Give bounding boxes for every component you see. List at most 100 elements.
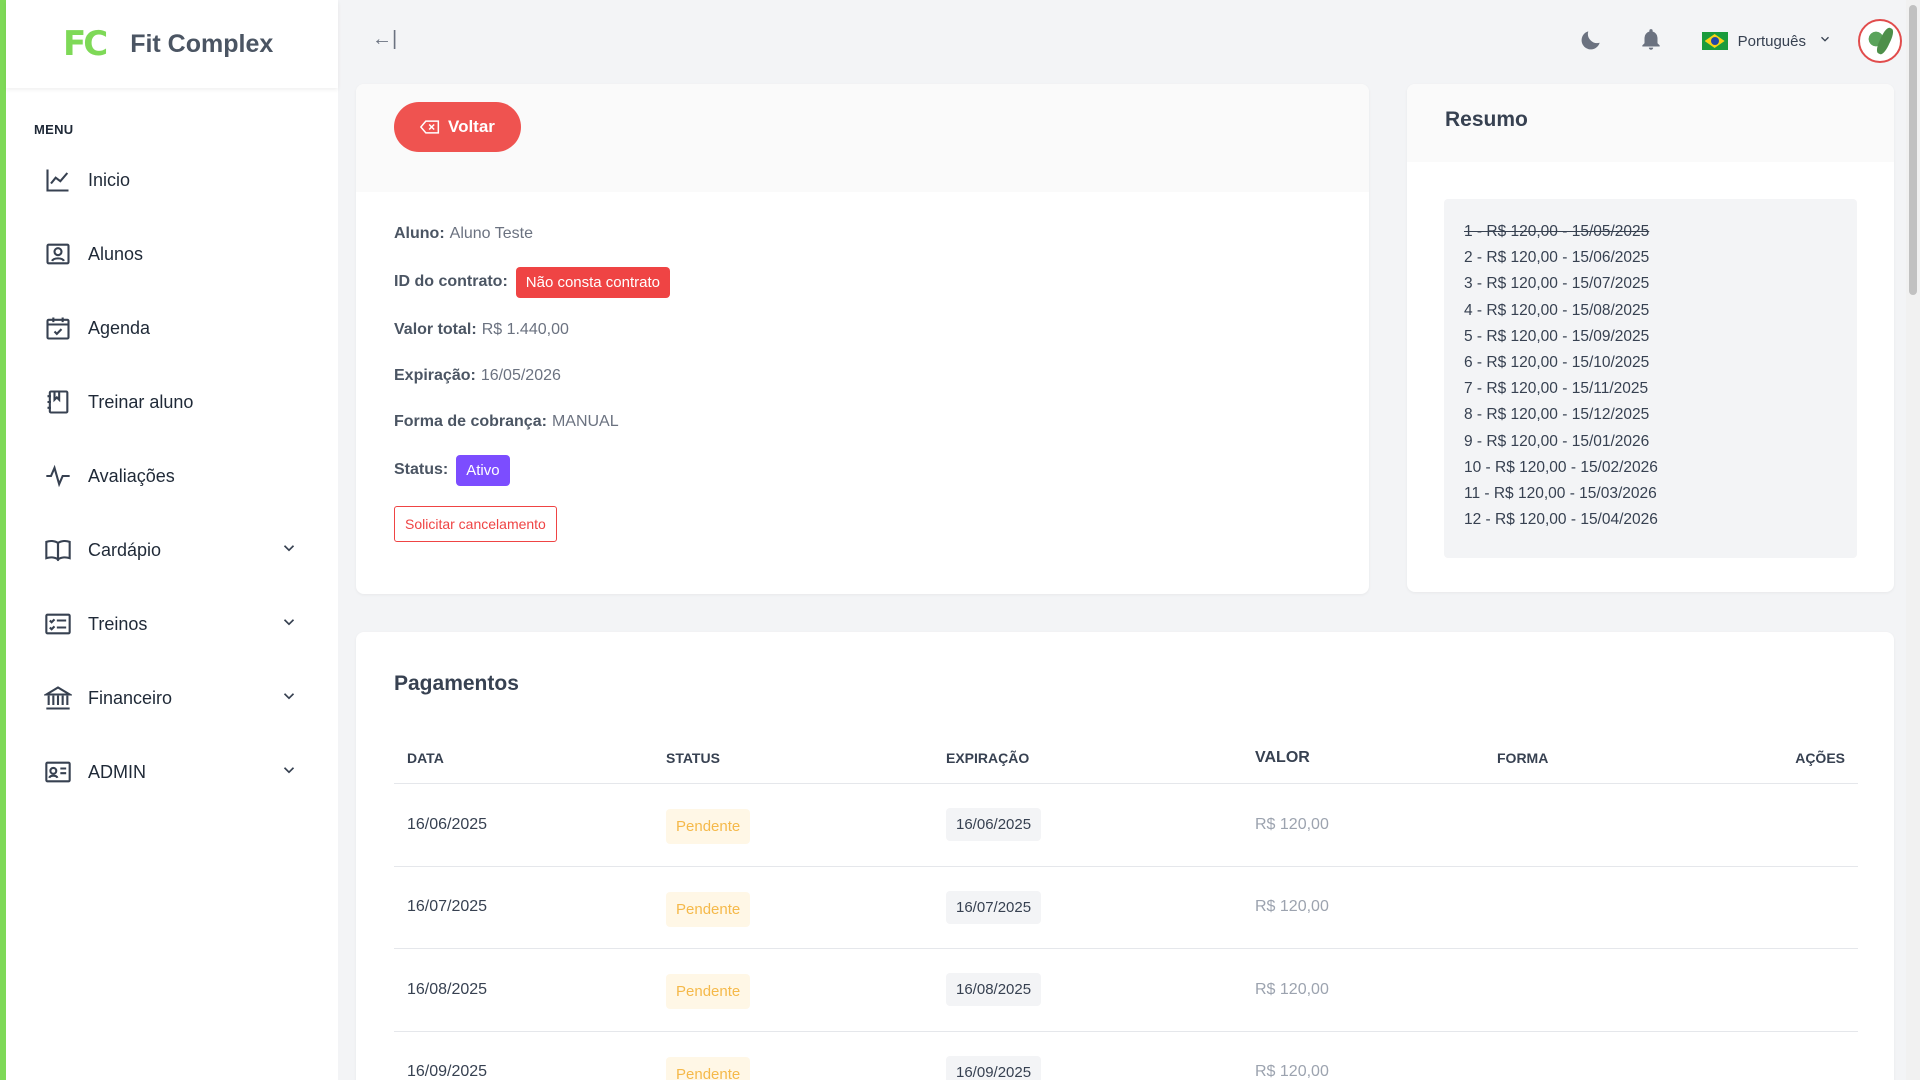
user-square-icon [44, 240, 72, 268]
sidebar-nav: Inicio Alunos Agenda Treinar aluno Avali… [6, 143, 338, 809]
installment-item: 8 - R$ 120,00 - 15/12/2025 [1464, 406, 1650, 424]
chevron-down-icon[interactable] [280, 613, 298, 636]
pulse-icon [44, 462, 72, 490]
summary-card: Resumo 1 - R$ 120,00 - 15/05/2025 2 - R$… [1407, 84, 1894, 592]
sidebar-item-financeiro[interactable]: Financeiro [6, 661, 338, 735]
contract-details-card: Voltar Aluno: Aluno Teste ID do contrato… [356, 84, 1369, 594]
user-avatar[interactable] [1858, 19, 1902, 63]
sidebar-item-admin[interactable]: ADMIN [6, 735, 338, 809]
sidebar-item-alunos[interactable]: Alunos [6, 217, 338, 291]
sidebar-item-label: Treinos [88, 613, 148, 634]
cell-valor: R$ 120,00 [1255, 1063, 1329, 1080]
column-header-expiracao[interactable]: EXPIRAÇÃO [946, 750, 1255, 766]
table-row: 16/08/2025 Pendente 16/08/2025 R$ 120,00 [394, 949, 1858, 1032]
bank-icon [44, 684, 72, 712]
installment-item: 6 - R$ 120,00 - 15/10/2025 [1464, 353, 1650, 371]
installment-item: 4 - R$ 120,00 - 15/08/2025 [1464, 301, 1650, 319]
checklist-icon [44, 610, 72, 638]
payments-title: Pagamentos [394, 672, 519, 695]
chevron-down-icon[interactable] [280, 761, 298, 784]
status-label: Status: [394, 461, 449, 478]
sidebar-item-cardapio[interactable]: Cardápio [6, 513, 338, 587]
status-field: Status: Ativo [394, 450, 1331, 490]
installment-item: 10 - R$ 120,00 - 15/02/2026 [1464, 458, 1658, 476]
sidebar-item-label: Agenda [88, 317, 151, 338]
chevron-down-icon[interactable] [280, 687, 298, 710]
aluno-value: Aluno Teste [449, 225, 533, 242]
column-header-acoes[interactable]: AÇÕES [1767, 750, 1858, 766]
cell-valor: R$ 120,00 [1255, 815, 1329, 833]
calendar-check-icon [44, 314, 72, 342]
open-book-icon [44, 536, 72, 564]
contrato-field: ID do contrato: Não consta contrato [394, 262, 1331, 302]
cell-valor: R$ 120,00 [1255, 980, 1329, 998]
expiracao-field: Expiração: 16/05/2026 [394, 358, 1331, 394]
forma-cobranca-field: Forma de cobrança: MANUAL [394, 404, 1331, 440]
installment-item: 1 - R$ 120,00 - 15/05/2025 [1464, 223, 1650, 240]
status-pending-badge: Pendente [666, 891, 751, 927]
sidebar-item-label: Treinar aluno [88, 391, 194, 412]
installment-item: 3 - R$ 120,00 - 15/07/2025 [1464, 275, 1650, 293]
installment-item: 7 - R$ 120,00 - 15/11/2025 [1464, 380, 1649, 398]
expiracao-value: 16/05/2026 [480, 367, 561, 384]
status-pending-badge: Pendente [666, 1056, 751, 1080]
table-row: 16/07/2025 Pendente 16/07/2025 R$ 120,00 [394, 867, 1858, 949]
status-pending-badge: Pendente [666, 974, 751, 1010]
cell-expiracao: 16/09/2025 [946, 1055, 1042, 1080]
language-selector[interactable]: Português [1701, 32, 1832, 51]
backspace-icon [420, 120, 440, 134]
column-header-valor[interactable]: VALOR [1255, 749, 1497, 767]
bookmark-book-icon [44, 388, 72, 416]
cell-data: 16/06/2025 [407, 815, 488, 833]
cell-expiracao: 16/07/2025 [946, 890, 1042, 924]
payments-card: Pagamentos DATA STATUS EXPIRAÇÃO VALOR F… [356, 632, 1894, 1080]
page-scrollbar[interactable] [1906, 0, 1920, 1080]
language-label: Português [1737, 32, 1806, 50]
back-button[interactable]: Voltar [394, 102, 521, 152]
sidebar-item-treinar-aluno[interactable]: Treinar aluno [6, 365, 338, 439]
sidebar-item-label: Avaliações [88, 465, 175, 486]
expiracao-label: Expiração: [394, 367, 476, 384]
sidebar-item-avaliacoes[interactable]: Avaliações [6, 439, 338, 513]
column-header-data[interactable]: DATA [394, 750, 666, 766]
collapse-sidebar-icon[interactable]: ←| [372, 28, 397, 51]
contract-card-body: Aluno: Aluno Teste ID do contrato: Não c… [356, 192, 1369, 566]
contract-missing-badge: Não consta contrato [515, 266, 671, 298]
sidebar-item-agenda[interactable]: Agenda [6, 291, 338, 365]
aluno-label: Aluno: [394, 225, 445, 242]
id-card-icon [44, 758, 72, 786]
aluno-field: Aluno: Aluno Teste [394, 216, 1331, 252]
table-header: DATA STATUS EXPIRAÇÃO VALOR FORMA AÇÕES [394, 732, 1858, 784]
status-badge: Ativo [456, 454, 510, 486]
installment-item: 2 - R$ 120,00 - 15/06/2025 [1464, 249, 1650, 267]
sidebar-item-label: Inicio [88, 169, 131, 190]
request-cancellation-button[interactable]: Solicitar cancelamento [394, 506, 557, 542]
summary-card-header: Resumo [1407, 84, 1894, 162]
installment-item: 11 - R$ 120,00 - 15/03/2026 [1464, 484, 1657, 502]
notification-bell-icon[interactable] [1638, 27, 1666, 55]
status-pending-badge: Pendente [666, 809, 751, 845]
installment-item: 5 - R$ 120,00 - 15/09/2025 [1464, 327, 1650, 345]
brand-name: Fit Complex [130, 29, 274, 58]
chart-line-icon [44, 166, 72, 194]
cell-data: 16/07/2025 [407, 898, 488, 916]
cell-expiracao: 16/08/2025 [946, 973, 1042, 1007]
dark-mode-moon-icon[interactable] [1578, 27, 1606, 55]
column-header-status[interactable]: STATUS [666, 750, 946, 766]
installments-list: 1 - R$ 120,00 - 15/05/2025 2 - R$ 120,00… [1444, 199, 1857, 558]
installment-item: 12 - R$ 120,00 - 15/04/2026 [1464, 511, 1658, 529]
scrollbar-thumb[interactable] [1909, 5, 1917, 295]
summary-title: Resumo [1445, 108, 1528, 131]
column-header-forma[interactable]: FORMA [1497, 750, 1767, 766]
brand[interactable]: FC Fit Complex [6, 0, 338, 88]
table-row: 16/09/2025 Pendente 16/09/2025 R$ 120,00 [394, 1032, 1858, 1080]
table-row: 16/06/2025 Pendente 16/06/2025 R$ 120,00 [394, 784, 1858, 867]
valor-total-label: Valor total: [394, 321, 477, 338]
installment-item: 9 - R$ 120,00 - 15/01/2026 [1464, 432, 1650, 450]
valor-total-value: R$ 1.440,00 [481, 321, 569, 338]
chevron-down-icon[interactable] [280, 539, 298, 562]
sidebar-item-treinos[interactable]: Treinos [6, 587, 338, 661]
sidebar-item-label: Financeiro [88, 687, 173, 708]
forma-cobranca-label: Forma de cobrança: [394, 413, 547, 430]
sidebar-item-inicio[interactable]: Inicio [6, 143, 338, 217]
